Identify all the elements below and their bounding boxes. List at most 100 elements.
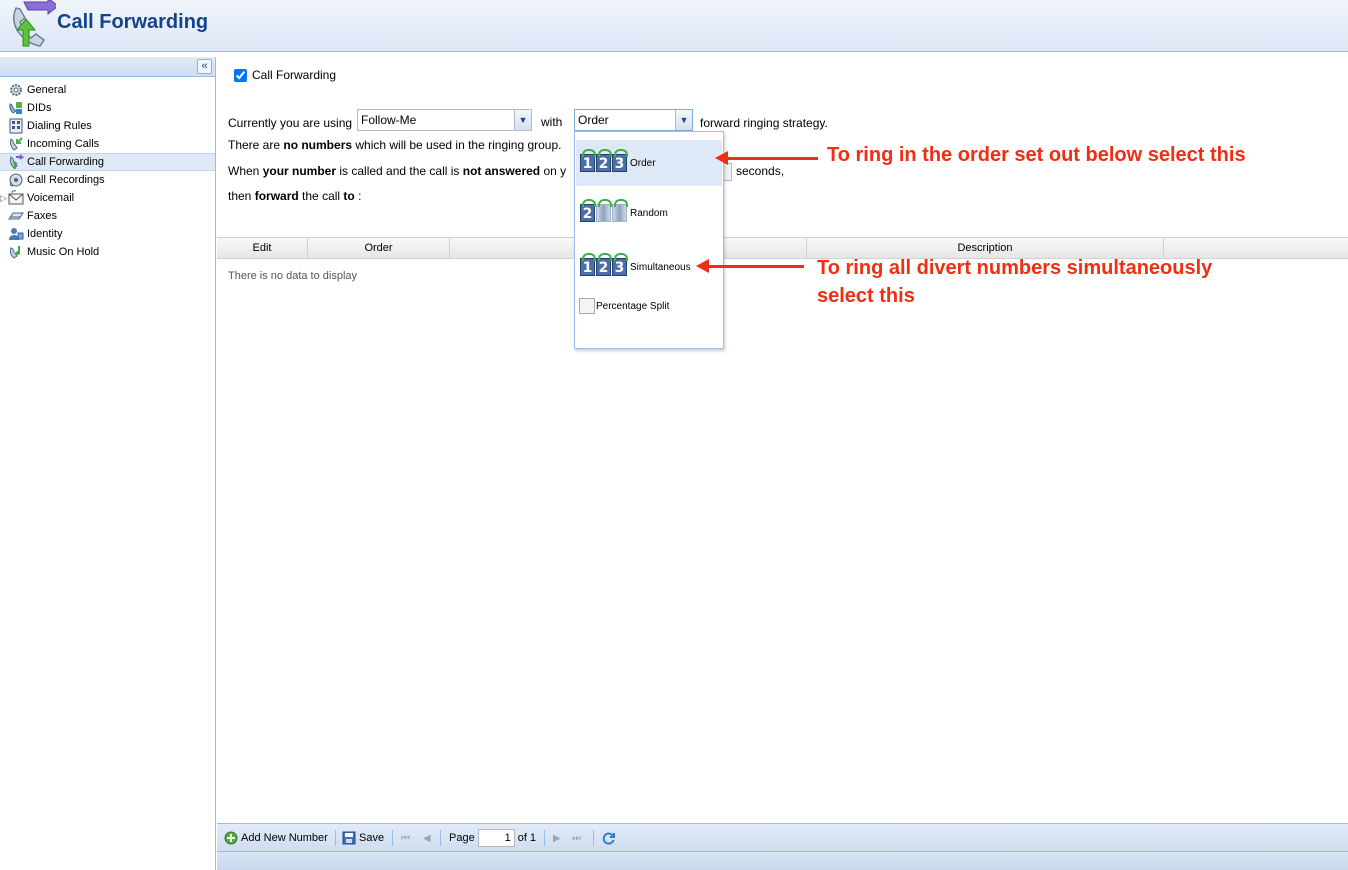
refresh-icon bbox=[602, 832, 615, 844]
add-icon bbox=[224, 831, 238, 845]
annotation-arrow-order bbox=[715, 151, 818, 165]
identity-icon bbox=[9, 228, 24, 240]
save-icon bbox=[342, 831, 356, 845]
strategy-option-percentage-split[interactable]: Percentage Split bbox=[576, 296, 722, 316]
toolbar-separator bbox=[392, 830, 393, 846]
sidebar-item-label: Call Forwarding bbox=[27, 156, 105, 168]
strategy-option-random[interactable]: 213 Random bbox=[576, 196, 722, 230]
gear-icon bbox=[10, 84, 22, 96]
sidebar-nav: General DIDs Dialing Rules Incoming Call… bbox=[0, 77, 215, 261]
call-forwarding-toggle[interactable]: Call Forwarding bbox=[234, 68, 336, 82]
sidebar-item-label: Music On Hold bbox=[27, 246, 100, 258]
forward-to-b: forward bbox=[254, 189, 299, 203]
save-label: Save bbox=[359, 832, 385, 844]
forward-to-d: to bbox=[343, 189, 355, 203]
sidebar-item-label: Identity bbox=[27, 228, 63, 240]
no-answer-d: not answered bbox=[462, 164, 541, 178]
strategy-suffix-text: forward ringing strategy. bbox=[700, 116, 828, 130]
page-label: Page bbox=[449, 832, 475, 844]
forwarding-mode-value: Follow-Me bbox=[361, 113, 417, 127]
column-header-description[interactable]: Description bbox=[807, 238, 1164, 259]
strategy-option-label: Order bbox=[630, 157, 656, 169]
toolbar-separator bbox=[335, 830, 336, 846]
sidebar-item-incoming-calls[interactable]: Incoming Calls bbox=[0, 135, 215, 153]
random-icon: 213 bbox=[580, 199, 628, 222]
incoming-calls-icon bbox=[9, 137, 23, 151]
numbers-info-text: There are no numbers which will be used … bbox=[228, 138, 562, 152]
grid-toolbar: Add New Number Save ⏮ ◀ Page 1 of 1 ▶ ⏭ bbox=[217, 823, 1348, 851]
sidebar-header: « bbox=[0, 57, 215, 77]
page-title: Call Forwarding bbox=[57, 11, 209, 33]
sidebar-item-label: Incoming Calls bbox=[27, 138, 100, 150]
annotation-simultaneous-line2: select this bbox=[817, 285, 915, 307]
sidebar-item-label: DIDs bbox=[27, 102, 52, 114]
expand-arrow-icon[interactable]: ▷ bbox=[0, 189, 7, 207]
call-forwarding-checkbox[interactable] bbox=[234, 68, 247, 82]
previous-page-icon[interactable]: ◀ bbox=[423, 829, 431, 847]
call-forwarding-logo-icon bbox=[13, 0, 56, 47]
sidebar-item-call-forwarding[interactable]: Call Forwarding bbox=[0, 153, 215, 171]
sidebar-item-dids[interactable]: DIDs bbox=[0, 99, 215, 117]
no-answer-e: on y bbox=[540, 164, 567, 178]
did-icon bbox=[9, 102, 22, 114]
strategy-option-order[interactable]: 123 Order bbox=[576, 140, 722, 186]
strategy-option-label: Random bbox=[630, 207, 668, 219]
sidebar-item-label: Dialing Rules bbox=[27, 120, 92, 132]
sidebar-item-voicemail[interactable]: ▷ Voicemail bbox=[0, 189, 215, 207]
ringing-strategy-value: Order bbox=[578, 113, 609, 127]
next-page-icon[interactable]: ▶ bbox=[553, 829, 561, 847]
toolbar-separator bbox=[544, 830, 545, 846]
grid-empty-message: There is no data to display bbox=[228, 270, 358, 282]
column-header-edit[interactable]: Edit bbox=[217, 238, 308, 259]
using-prefix-text: Currently you are using bbox=[228, 116, 353, 130]
main-panel: Call Forwarding Currently you are using … bbox=[217, 57, 1348, 870]
column-header-order[interactable]: Order bbox=[308, 238, 450, 259]
last-page-icon[interactable]: ⏭ bbox=[572, 829, 581, 847]
forward-to-c: the call bbox=[298, 189, 344, 203]
page-number-input[interactable]: 1 bbox=[477, 829, 515, 847]
chevron-down-icon[interactable]: ▼ bbox=[514, 110, 531, 130]
numbers-info-post: which will be used in the ringing group. bbox=[352, 138, 562, 152]
forward-to-e: : bbox=[354, 189, 362, 203]
with-text: with bbox=[541, 115, 563, 129]
sidebar-item-general[interactable]: General bbox=[0, 81, 215, 99]
add-new-number-button[interactable]: Add New Number bbox=[224, 829, 328, 847]
sidebar-item-label: General bbox=[27, 84, 67, 96]
annotation-simultaneous-line1: To ring all divert numbers simultaneousl… bbox=[817, 257, 1213, 279]
ringing-strategy-select[interactable]: Order ▼ bbox=[574, 109, 693, 131]
sidebar-item-dialing-rules[interactable]: Dialing Rules bbox=[0, 117, 215, 135]
collapse-sidebar-button[interactable]: « bbox=[197, 59, 212, 74]
seconds-label: seconds, bbox=[736, 164, 785, 178]
page-count-label: of 1 bbox=[517, 832, 537, 844]
sidebar: « General DIDs Dialing Rules Incoming Ca… bbox=[0, 57, 216, 870]
sidebar-item-label: Faxes bbox=[27, 210, 57, 222]
broken-image-icon bbox=[579, 298, 595, 314]
forwarding-mode-select[interactable]: Follow-Me ▼ bbox=[357, 109, 532, 131]
save-button[interactable]: Save bbox=[342, 829, 384, 847]
annotation-order: To ring in the order set out below selec… bbox=[827, 144, 1246, 166]
sidebar-item-faxes[interactable]: Faxes bbox=[0, 207, 215, 225]
simultaneous-icon: 123 bbox=[580, 253, 628, 276]
no-answer-b: your number bbox=[262, 164, 337, 178]
numbers-info-pre: There are bbox=[228, 138, 284, 152]
music-icon bbox=[9, 246, 20, 259]
sidebar-item-music-on-hold[interactable]: Music On Hold bbox=[0, 243, 215, 261]
no-answer-c: is called and the call is bbox=[336, 164, 463, 178]
dialing-rules-icon bbox=[9, 118, 23, 134]
sidebar-item-identity[interactable]: Identity bbox=[0, 225, 215, 243]
strategy-option-label: Percentage Split bbox=[596, 300, 670, 312]
toolbar-separator bbox=[593, 830, 594, 846]
strategy-dropdown-list: 123 Order 213 Random 123 Simultaneous Pe… bbox=[574, 131, 724, 349]
refresh-button[interactable] bbox=[601, 829, 616, 847]
sidebar-item-call-recordings[interactable]: Call Recordings bbox=[0, 171, 215, 189]
chevron-down-icon[interactable]: ▼ bbox=[675, 110, 692, 130]
forward-to-a: then bbox=[228, 189, 255, 203]
strategy-option-label: Simultaneous bbox=[630, 261, 691, 273]
call-forwarding-checkbox-label: Call Forwarding bbox=[252, 68, 337, 82]
numbers-info-bold: no numbers bbox=[283, 138, 353, 152]
first-page-icon[interactable]: ⏮ bbox=[401, 829, 410, 847]
voicemail-icon bbox=[8, 190, 24, 205]
footer-bar bbox=[217, 851, 1348, 870]
sidebar-item-label: Call Recordings bbox=[27, 174, 105, 186]
toolbar-separator bbox=[440, 830, 441, 846]
